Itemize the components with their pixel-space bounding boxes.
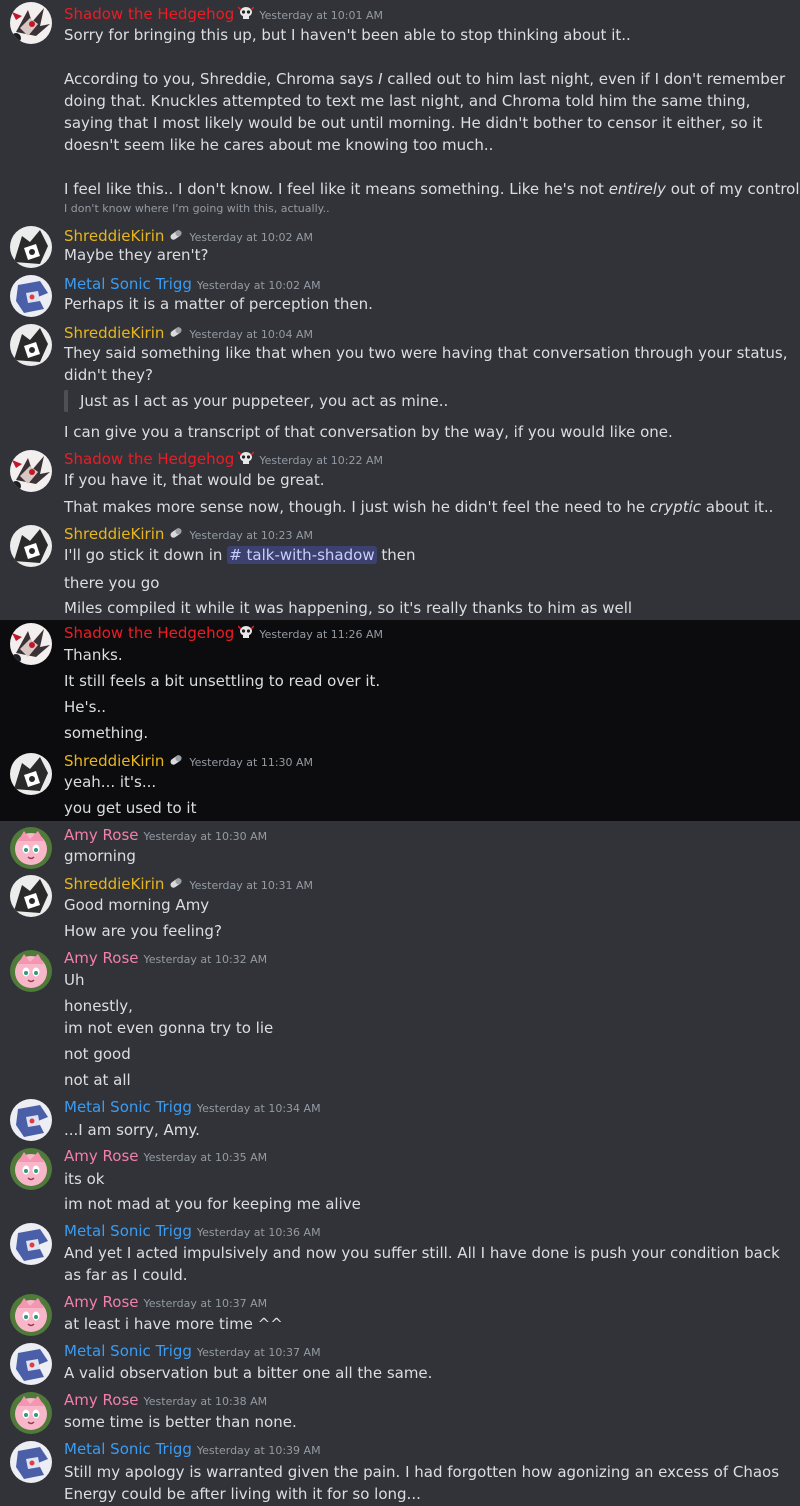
message-text: gmorning xyxy=(64,847,136,865)
pill-badge-icon xyxy=(168,228,184,242)
pill-badge-icon xyxy=(168,325,184,339)
avatar[interactable] xyxy=(10,1294,52,1336)
timestamp: Yesterday at 10:22 AM xyxy=(259,454,383,467)
timestamp: Yesterday at 10:34 AM xyxy=(196,1102,321,1115)
avatar[interactable] xyxy=(10,525,52,567)
author-name[interactable]: ShreddieKirin xyxy=(64,324,164,342)
message-subtext: I don't know where I'm going with this, … xyxy=(64,202,330,215)
timestamp: Yesterday at 10:01 AM xyxy=(259,9,383,22)
message-text: And yet I acted impulsively and now you … xyxy=(64,1244,780,1284)
message-text: They said something like that when you t… xyxy=(64,344,788,384)
timestamp: Yesterday at 10:39 AM xyxy=(196,1444,321,1457)
message-text: honestly, xyxy=(64,997,133,1015)
message-text: its ok xyxy=(64,1170,105,1188)
pill-badge-icon xyxy=(168,526,184,540)
avatar[interactable] xyxy=(10,2,52,44)
avatar[interactable] xyxy=(10,275,52,317)
message-text: Sorry for bringing this up, but I haven'… xyxy=(64,26,631,44)
timestamp: Yesterday at 10:23 AM xyxy=(189,529,314,542)
author-name[interactable]: Amy Rose xyxy=(64,1391,139,1409)
message-text: I'll go stick it down in # talk-with-sha… xyxy=(64,546,416,564)
message-text: something. xyxy=(64,724,149,742)
message-text: Maybe they aren't? xyxy=(64,246,209,264)
avatar[interactable] xyxy=(10,875,52,917)
message-text: A valid observation but a bitter one all… xyxy=(64,1364,433,1382)
message-text: How are you feeling? xyxy=(64,922,222,940)
author-name[interactable]: Amy Rose xyxy=(64,949,139,967)
message-text: some time is better than none. xyxy=(64,1413,297,1431)
timestamp: Yesterday at 10:37 AM xyxy=(196,1346,321,1359)
author-name[interactable]: ShreddieKirin xyxy=(64,875,164,893)
message-text: ...I am sorry, Amy. xyxy=(64,1121,200,1139)
timestamp: Yesterday at 10:04 AM xyxy=(189,328,314,341)
message-text: at least i have more time ^^ xyxy=(64,1315,283,1333)
message-text: He's.. xyxy=(64,698,106,716)
pill-badge-icon xyxy=(168,753,184,767)
avatar[interactable] xyxy=(10,623,52,665)
message-text: If you have it, that would be great. xyxy=(64,471,325,489)
message-text: According to you, Shreddie, Chroma says … xyxy=(64,70,786,154)
timestamp: Yesterday at 10:02 AM xyxy=(189,231,314,244)
message-text: you get used to it xyxy=(64,799,197,817)
message-text: I feel like this.. I don't know. I feel … xyxy=(64,180,800,198)
avatar[interactable] xyxy=(10,324,52,366)
timestamp: Yesterday at 10:30 AM xyxy=(143,830,268,843)
author-name[interactable]: Amy Rose xyxy=(64,826,139,844)
message-text: not at all xyxy=(64,1071,131,1089)
message-text: I can give you a transcript of that conv… xyxy=(64,423,673,441)
avatar[interactable] xyxy=(10,1223,52,1265)
avatar[interactable] xyxy=(10,1148,52,1190)
message-text: not good xyxy=(64,1045,131,1063)
block-quote: Just as I act as your puppeteer, you act… xyxy=(64,390,448,412)
author-name[interactable]: Shadow the Hedgehog xyxy=(64,624,234,642)
avatar[interactable] xyxy=(10,1441,52,1483)
timestamp: Yesterday at 10:02 AM xyxy=(196,279,321,292)
message-text: Thanks. xyxy=(64,646,123,664)
message-text: there you go xyxy=(64,574,160,592)
timestamp: Yesterday at 10:31 AM xyxy=(189,879,314,892)
message-text: It still feels a bit unsettling to read … xyxy=(64,672,381,690)
avatar[interactable] xyxy=(10,450,52,492)
timestamp: Yesterday at 11:26 AM xyxy=(259,628,383,641)
message-text: im not even gonna try to lie xyxy=(64,1019,274,1037)
avatar[interactable] xyxy=(10,226,52,268)
timestamp: Yesterday at 11:30 AM xyxy=(189,756,314,769)
channel-mention-link[interactable]: # talk-with-shadow xyxy=(227,546,377,564)
author-name[interactable]: Amy Rose xyxy=(64,1147,139,1165)
message-text: Still my apology is warranted given the … xyxy=(64,1463,780,1503)
author-name[interactable]: ShreddieKirin xyxy=(64,752,164,770)
timestamp: Yesterday at 10:37 AM xyxy=(143,1297,268,1310)
author-name[interactable]: ShreddieKirin xyxy=(64,227,164,245)
avatar[interactable] xyxy=(10,827,52,869)
skull-badge-icon xyxy=(238,451,254,465)
message-text: Miles compiled it while it was happening… xyxy=(64,599,633,617)
pill-badge-icon xyxy=(168,876,184,890)
message-text: That makes more sense now, though. I jus… xyxy=(64,498,774,516)
avatar[interactable] xyxy=(10,1392,52,1434)
skull-badge-icon xyxy=(238,625,254,639)
avatar[interactable] xyxy=(10,753,52,795)
message-text: yeah... it's... xyxy=(64,773,157,791)
avatar[interactable] xyxy=(10,950,52,992)
author-name[interactable]: Shadow the Hedgehog xyxy=(64,5,234,23)
message-text: Good morning Amy xyxy=(64,896,210,914)
timestamp: Yesterday at 10:32 AM xyxy=(143,953,268,966)
author-name[interactable]: Amy Rose xyxy=(64,1293,139,1311)
author-name[interactable]: Shadow the Hedgehog xyxy=(64,450,234,468)
avatar[interactable] xyxy=(10,1099,52,1141)
message-text: im not mad at you for keeping me alive xyxy=(64,1195,361,1213)
skull-badge-icon xyxy=(238,6,254,20)
message-text: Uh xyxy=(64,971,85,989)
author-name[interactable]: Metal Sonic Trigg xyxy=(64,1342,192,1360)
timestamp: Yesterday at 10:36 AM xyxy=(196,1226,321,1239)
author-name[interactable]: ShreddieKirin xyxy=(64,525,164,543)
author-name[interactable]: Metal Sonic Trigg xyxy=(64,1098,192,1116)
message-text: Perhaps it is a matter of perception the… xyxy=(64,295,373,313)
author-name[interactable]: Metal Sonic Trigg xyxy=(64,1222,192,1240)
timestamp: Yesterday at 10:38 AM xyxy=(143,1395,268,1408)
author-name[interactable]: Metal Sonic Trigg xyxy=(64,275,192,293)
avatar[interactable] xyxy=(10,1343,52,1385)
timestamp: Yesterday at 10:35 AM xyxy=(143,1151,268,1164)
author-name[interactable]: Metal Sonic Trigg xyxy=(64,1440,192,1458)
